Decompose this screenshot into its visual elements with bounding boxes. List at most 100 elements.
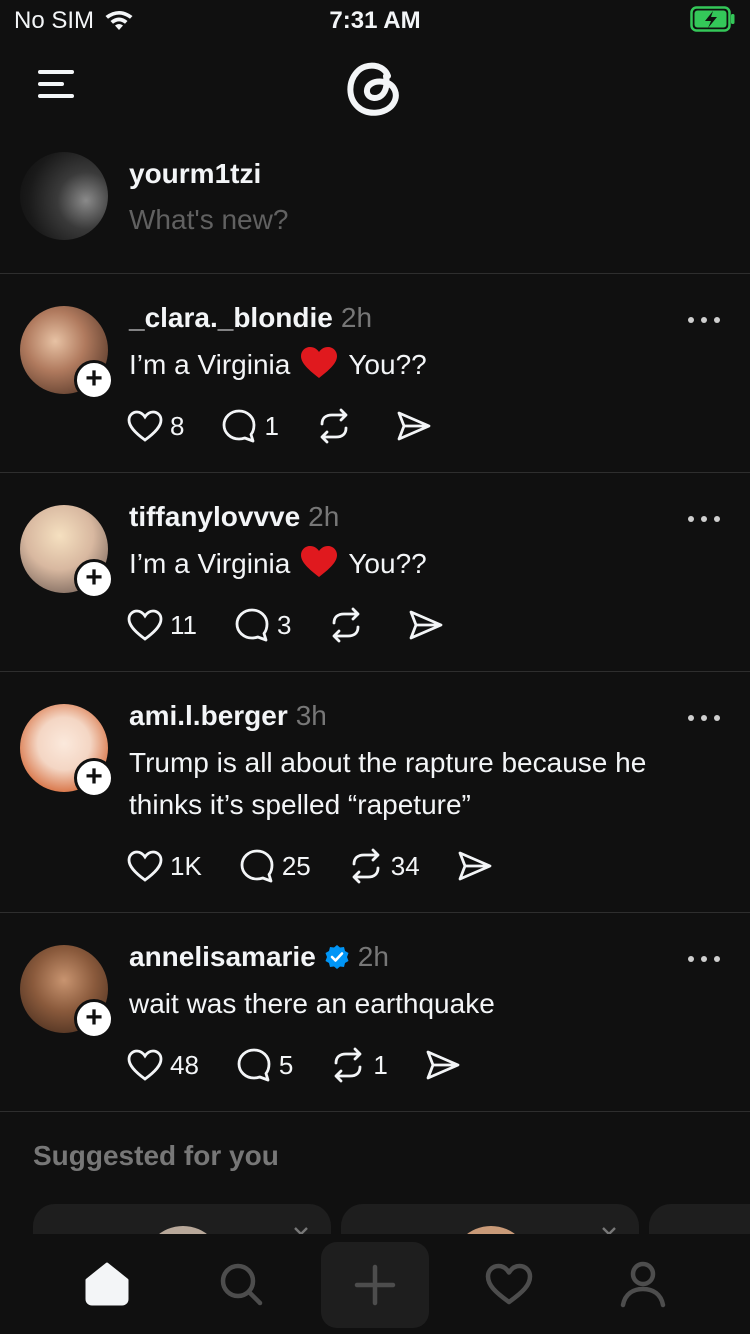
repost-icon (352, 848, 380, 884)
post-username[interactable]: tiffanylovvve (129, 501, 300, 533)
post-text-part: You?? (348, 349, 427, 380)
reply-count: 1 (264, 410, 279, 441)
create-icon (354, 1264, 396, 1306)
verified-badge-icon (325, 945, 349, 969)
heart-icon (127, 1049, 163, 1081)
repost-icon (320, 408, 348, 444)
post-actions: 8 1 (126, 406, 469, 446)
reply-button[interactable]: 1 (220, 407, 279, 445)
follow-button[interactable]: + (74, 559, 114, 599)
status-bar: No SIM 7:31 AM (0, 0, 750, 40)
share-icon (397, 411, 431, 441)
post-text: I’m a Virginia You?? (129, 344, 719, 386)
post-username[interactable]: _clara._blondie (129, 302, 333, 334)
reply-button[interactable]: 25 (238, 847, 311, 885)
follow-button[interactable]: + (74, 360, 114, 400)
search-icon (220, 1263, 263, 1306)
nav-profile[interactable] (613, 1254, 673, 1314)
share-button[interactable] (424, 1046, 462, 1084)
post-time: 2h (308, 501, 340, 532)
post-username[interactable]: ami.l.berger (129, 700, 288, 732)
home-icon (85, 1262, 129, 1306)
avatar[interactable] (20, 152, 108, 240)
nav-home[interactable] (77, 1254, 137, 1314)
post: + ami.l.berger 3h Trump is all about the… (0, 672, 750, 913)
nav-create[interactable] (321, 1242, 429, 1328)
post-text-part: I’m a Virginia (129, 349, 291, 380)
repost-button[interactable]: 1 (329, 1046, 388, 1084)
nav-activity[interactable] (479, 1254, 539, 1314)
post-header: ami.l.berger 3h (129, 700, 327, 732)
share-icon (426, 1050, 460, 1080)
repost-count: 1 (373, 1049, 388, 1080)
like-button[interactable]: 11 (126, 606, 197, 644)
like-count: 48 (170, 1049, 199, 1080)
composer[interactable]: yourm1tzi What's new? (0, 140, 750, 274)
repost-icon (333, 607, 360, 643)
post-text-part: You?? (348, 548, 427, 579)
activity-icon (485, 1263, 533, 1305)
more-icon[interactable] (686, 514, 722, 524)
post-text: I’m a Virginia You?? (129, 543, 719, 585)
reply-count: 5 (278, 1049, 294, 1080)
post-text: wait was there an earthquake (129, 988, 495, 1019)
post-text: Trump is all about the rapture because h… (129, 747, 647, 820)
post-header: annelisamarie 2h (129, 941, 389, 973)
red-heart-emoji-icon (301, 546, 338, 577)
bottom-nav (0, 1234, 750, 1334)
post-text-part: I’m a Virginia (129, 548, 291, 579)
like-button[interactable]: 48 (126, 1046, 199, 1084)
reply-count: 3 (277, 609, 292, 640)
post: + tiffanylovvve 2h I’m a Virginia You?? 1… (0, 473, 750, 672)
more-icon[interactable] (686, 315, 722, 325)
post-actions: 1K 25 34 (126, 846, 530, 886)
share-button[interactable] (395, 407, 433, 445)
repost-button[interactable] (315, 407, 359, 445)
red-heart-emoji-icon (301, 347, 338, 378)
nav-search[interactable] (211, 1254, 271, 1314)
more-icon[interactable] (686, 713, 722, 723)
like-count: 11 (170, 609, 197, 640)
share-icon (410, 610, 443, 640)
comment-icon (240, 849, 274, 883)
reply-button[interactable]: 3 (233, 606, 291, 644)
post-time: 3h (295, 700, 327, 731)
composer-input[interactable]: What's new? (129, 204, 288, 236)
comment-icon (237, 1048, 271, 1082)
post-time: 2h (357, 941, 389, 972)
composer-username: yourm1tzi (129, 158, 262, 189)
menu-icon[interactable] (38, 70, 74, 100)
reply-button[interactable]: 5 (235, 1046, 293, 1084)
heart-icon (127, 850, 163, 882)
repost-icon (334, 1047, 362, 1083)
reply-count: 25 (281, 850, 311, 881)
share-icon (458, 851, 492, 881)
comment-icon (223, 409, 256, 443)
heart-icon (127, 410, 163, 442)
like-count: 1K (170, 850, 202, 881)
follow-button[interactable]: + (74, 999, 114, 1039)
like-count: 8 (170, 410, 185, 441)
repost-button[interactable] (327, 606, 371, 644)
share-button[interactable] (456, 847, 494, 885)
like-button[interactable]: 1K (126, 847, 202, 885)
post: + annelisamarie 2h wait was there an ear… (0, 913, 750, 1112)
more-icon[interactable] (686, 954, 722, 964)
repost-button[interactable]: 34 (347, 847, 420, 885)
post-time: 2h (340, 302, 373, 333)
repost-count: 34 (390, 850, 420, 881)
share-button[interactable] (407, 606, 445, 644)
post-username[interactable]: annelisamarie (129, 941, 316, 973)
battery-charging-icon (690, 6, 735, 32)
threads-logo[interactable] (340, 52, 410, 122)
post-actions: 48 5 1 (126, 1045, 498, 1085)
post-header: _clara._blondie 2h (129, 302, 372, 334)
heart-icon (127, 609, 163, 641)
post: + _clara._blondie 2h I’m a Virginia You??… (0, 274, 750, 473)
status-time: 7:31 AM (329, 7, 421, 34)
follow-button[interactable]: + (74, 758, 114, 798)
suggested-title: Suggested for you (33, 1140, 279, 1171)
post-actions: 11 3 (126, 605, 481, 645)
like-button[interactable]: 8 (126, 407, 184, 445)
profile-icon (620, 1261, 666, 1308)
